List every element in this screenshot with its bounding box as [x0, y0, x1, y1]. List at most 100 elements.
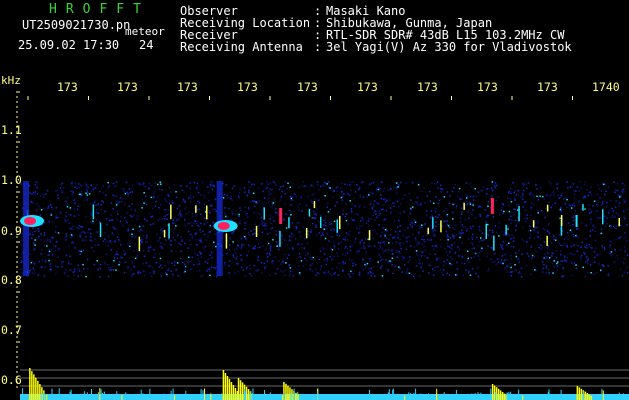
noise-pixel: [376, 201, 378, 204]
noise-pixel: [311, 194, 313, 196]
noise-pixel: [613, 227, 616, 229]
noise-pixel: [164, 209, 166, 211]
noise-pixel: [359, 220, 362, 222]
noise-pixel: [530, 257, 533, 260]
meter-bar: [102, 392, 104, 400]
noise-pixel: [61, 263, 63, 265]
noise-pixel: [281, 260, 284, 262]
noise-pixel: [262, 245, 264, 248]
noise-pixel: [294, 193, 296, 195]
noise-pixel: [451, 226, 453, 229]
noise-pixel: [257, 233, 260, 236]
noise-pixel: [129, 215, 132, 217]
noise-pixel: [535, 250, 538, 253]
noise-pixel: [606, 222, 608, 225]
noise-pixel: [600, 228, 603, 230]
noise-pixel: [249, 186, 252, 188]
noise-pixel: [209, 185, 211, 188]
noise-pixel: [331, 187, 334, 189]
noise-pixel: [372, 214, 374, 216]
meter-bar: [302, 395, 304, 400]
noise-pixel: [209, 254, 211, 256]
noise-pixel: [240, 237, 243, 240]
noise-pixel: [411, 225, 413, 228]
noise-pixel: [71, 190, 73, 192]
noise-pixel: [244, 191, 246, 193]
noise-pixel: [269, 214, 271, 217]
noise-pixel: [129, 191, 131, 194]
noise-pixel: [365, 222, 368, 224]
noise-pixel: [515, 223, 517, 225]
noise-pixel: [483, 239, 485, 241]
noise-pixel: [560, 210, 563, 212]
noise-pixel: [448, 274, 451, 276]
noise-pixel: [300, 247, 303, 249]
meter-spike: [580, 388, 583, 400]
noise-pixel: [446, 259, 448, 261]
noise-pixel: [459, 198, 461, 201]
noise-pixel: [198, 263, 200, 265]
noise-pixel: [115, 204, 118, 206]
noise-pixel: [173, 231, 175, 234]
noise-pixel: [302, 185, 304, 188]
meter-bar: [518, 389, 520, 400]
noise-pixel: [37, 274, 40, 276]
noise-pixel: [55, 241, 58, 243]
meter-bar: [369, 389, 370, 400]
noise-pixel: [531, 254, 534, 257]
noise-pixel: [311, 201, 313, 203]
echo-streak: [305, 228, 308, 239]
noise-pixel: [157, 183, 159, 186]
noise-pixel: [347, 193, 349, 195]
noise-pixel: [178, 218, 180, 220]
noise-pixel: [85, 192, 87, 194]
noise-pixel: [127, 228, 129, 230]
noise-pixel: [385, 209, 388, 212]
noise-pixel: [503, 210, 505, 213]
noise-pixel: [404, 194, 406, 196]
noise-pixel: [546, 246, 548, 248]
meter-bar: [602, 390, 604, 400]
noise-pixel: [367, 220, 369, 222]
noise-pixel: [405, 182, 407, 185]
noise-pixel: [108, 219, 111, 222]
noise-pixel: [333, 229, 335, 231]
noise-pixel: [31, 234, 34, 236]
noise-pixel: [593, 200, 596, 202]
noise-pixel: [505, 265, 508, 267]
meter-spike: [33, 374, 35, 400]
noise-pixel: [244, 206, 246, 208]
meter-bar: [86, 392, 88, 400]
noise-pixel: [580, 187, 583, 189]
noise-pixel: [80, 190, 83, 193]
noise-pixel: [343, 193, 345, 195]
noise-pixel: [554, 202, 557, 204]
noise-pixel: [309, 231, 312, 233]
noise-pixel: [50, 214, 53, 216]
meter-bar: [293, 388, 295, 400]
noise-pixel: [327, 202, 329, 205]
noise-pixel: [508, 242, 510, 244]
noise-pixel: [116, 202, 119, 205]
noise-pixel: [143, 202, 145, 204]
noise-pixel: [342, 263, 344, 265]
noise-pixel: [333, 244, 336, 247]
noise-pixel: [261, 203, 264, 205]
noise-pixel: [503, 233, 505, 236]
noise-pixel: [125, 181, 128, 184]
noise-pixel: [169, 243, 171, 245]
noise-pixel: [80, 250, 83, 253]
noise-pixel: [97, 212, 100, 214]
noise-pixel: [232, 256, 235, 258]
noise-pixel: [160, 242, 162, 244]
noise-pixel: [346, 248, 349, 250]
noise-pixel: [291, 233, 293, 235]
noise-pixel: [137, 181, 139, 184]
noise-pixel: [320, 265, 323, 267]
noise-pixel: [472, 210, 474, 212]
noise-pixel: [536, 188, 538, 190]
noise-pixel: [30, 268, 32, 271]
noise-pixel: [269, 249, 272, 251]
noise-pixel: [193, 263, 195, 266]
noise-pixel: [239, 207, 241, 209]
